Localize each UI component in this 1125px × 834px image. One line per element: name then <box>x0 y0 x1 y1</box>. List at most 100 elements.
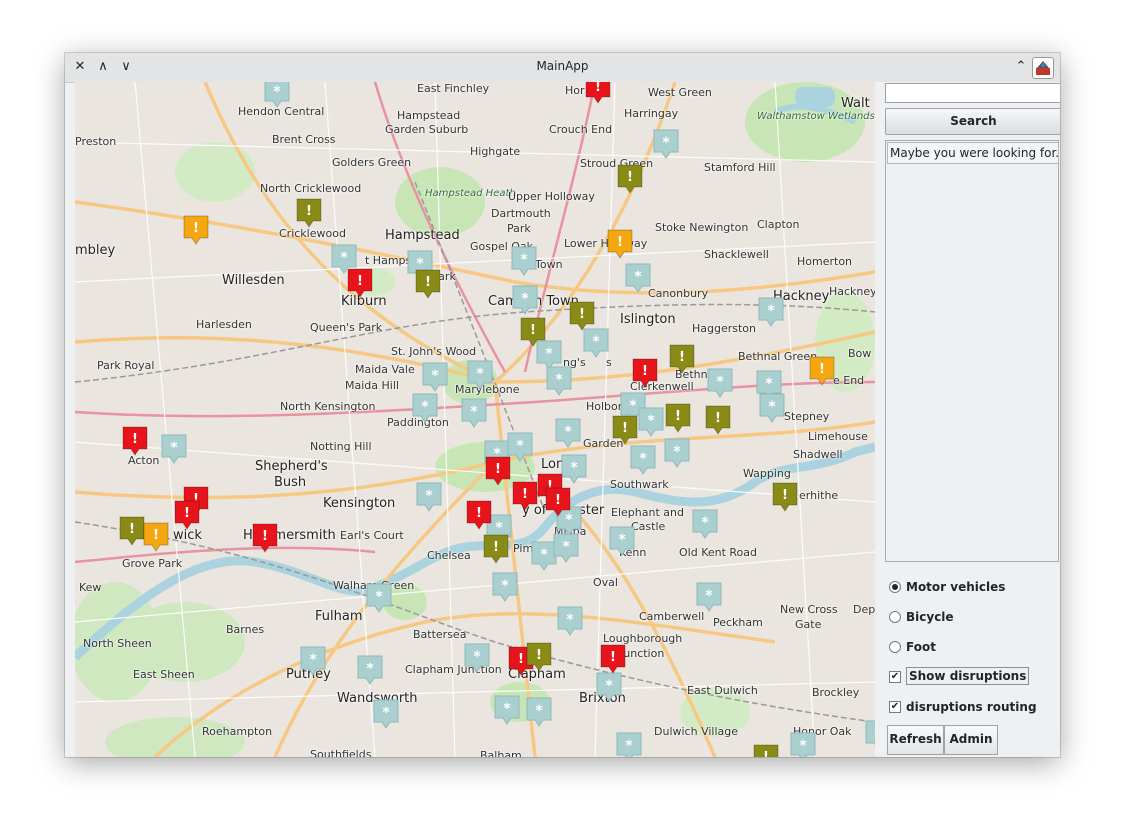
info-marker-icon[interactable]: * <box>416 482 442 512</box>
disruption-marker-icon[interactable]: ! <box>520 317 546 347</box>
info-marker-icon[interactable]: * <box>692 509 718 539</box>
info-marker-icon[interactable]: * <box>583 328 609 358</box>
info-marker-icon[interactable]: * <box>553 533 579 563</box>
place-label: Earl's Court <box>340 529 404 542</box>
info-marker-icon[interactable]: * <box>511 246 537 276</box>
disruption-marker-icon[interactable]: ! <box>122 426 148 456</box>
info-marker-icon[interactable]: * <box>373 699 399 729</box>
disruption-marker-icon[interactable]: ! <box>600 644 626 674</box>
info-marker-icon[interactable]: * <box>707 368 733 398</box>
disruption-marker-icon[interactable]: ! <box>569 301 595 331</box>
info-marker-icon[interactable]: * <box>609 526 635 556</box>
info-marker-icon[interactable]: * <box>561 454 587 484</box>
place-label: Hampstead Heath <box>425 188 516 199</box>
disruption-marker-icon[interactable]: ! <box>545 487 571 517</box>
search-input[interactable] <box>885 83 1060 103</box>
info-marker-icon[interactable]: * <box>653 129 679 159</box>
suggestion-item[interactable]: Maybe you were looking for... <box>887 142 1059 164</box>
info-marker-icon[interactable]: * <box>366 583 392 613</box>
info-marker-icon[interactable]: * <box>790 732 816 757</box>
svg-text:*: * <box>309 652 317 668</box>
place-label: Gate <box>795 618 822 631</box>
place-label: Chelsea <box>427 549 471 562</box>
disruption-marker-icon[interactable]: ! <box>612 415 638 445</box>
disruption-marker-icon[interactable]: ! <box>485 456 511 486</box>
info-marker-icon[interactable]: * <box>161 434 187 464</box>
info-marker-icon[interactable]: * <box>758 297 784 327</box>
svg-text:*: * <box>562 539 570 555</box>
info-marker-icon[interactable]: * <box>422 362 448 392</box>
svg-text:!: ! <box>622 421 628 436</box>
info-marker-icon[interactable]: * <box>630 445 656 475</box>
disruption-marker-icon[interactable]: ! <box>252 523 278 553</box>
place-label: Shacklewell <box>704 248 769 261</box>
info-marker-icon[interactable]: * <box>512 285 538 315</box>
disruption-marker-icon[interactable]: ! <box>665 403 691 433</box>
info-marker-icon[interactable]: * <box>759 393 785 423</box>
disruption-marker-icon[interactable]: ! <box>183 215 209 245</box>
info-marker-icon[interactable]: * <box>616 732 642 757</box>
disruption-marker-icon[interactable]: ! <box>466 500 492 530</box>
info-marker-icon[interactable]: * <box>625 263 651 293</box>
suggestion-list[interactable]: Maybe you were looking for... <box>885 140 1059 562</box>
info-marker-icon[interactable]: * <box>557 606 583 636</box>
disruption-marker-icon[interactable]: ! <box>617 164 643 194</box>
search-button[interactable]: Search <box>885 108 1060 135</box>
disruption-marker-icon[interactable]: ! <box>585 82 611 104</box>
disruption-marker-icon[interactable]: ! <box>296 198 322 228</box>
place-label: Preston <box>75 135 117 148</box>
info-marker-icon[interactable]: * <box>664 438 690 468</box>
info-marker-icon[interactable]: * <box>300 646 326 676</box>
disruption-marker-icon[interactable]: ! <box>526 642 552 672</box>
keep-above-icon[interactable]: ⌃ <box>1012 58 1030 76</box>
checkbox-icon[interactable]: ✔ <box>889 671 901 683</box>
info-marker-icon[interactable]: * <box>526 697 552 727</box>
info-marker-icon[interactable]: * <box>357 655 383 685</box>
refresh-button[interactable]: Refresh <box>887 725 944 755</box>
radio-icon[interactable] <box>889 641 901 653</box>
info-marker-icon[interactable]: * <box>696 582 722 612</box>
svg-text:*: * <box>501 578 509 594</box>
place-label: mbley <box>75 243 116 258</box>
disruption-marker-icon[interactable]: ! <box>512 481 538 511</box>
place-label: Shepherd's <box>255 459 328 474</box>
svg-text:!: ! <box>193 221 199 236</box>
svg-text:!: ! <box>357 274 363 289</box>
disruption-marker-icon[interactable]: ! <box>347 268 373 298</box>
place-label: Peckham <box>713 616 763 629</box>
radio-icon[interactable] <box>889 581 901 593</box>
info-marker-icon[interactable]: * <box>464 643 490 673</box>
info-marker-icon[interactable]: * <box>412 393 438 423</box>
info-marker-icon[interactable]: * <box>596 672 622 702</box>
disruption-marker-icon[interactable]: ! <box>143 522 169 552</box>
disruption-marker-icon[interactable]: ! <box>753 744 779 757</box>
disruption-marker-icon[interactable]: ! <box>809 356 835 386</box>
disruption-marker-icon[interactable]: ! <box>415 269 441 299</box>
checkbox-icon[interactable]: ✔ <box>889 701 901 713</box>
place-label: Hor <box>565 84 585 97</box>
disruption-marker-icon[interactable]: ! <box>705 405 731 435</box>
disruption-marker-icon[interactable]: ! <box>669 344 695 374</box>
place-label: Elephant and <box>611 506 684 519</box>
info-marker-icon[interactable]: * <box>638 407 664 437</box>
info-marker-icon[interactable]: * <box>264 82 290 108</box>
info-marker-icon[interactable]: * <box>461 398 487 428</box>
admin-button[interactable]: Admin <box>944 725 998 755</box>
info-marker-icon[interactable]: * <box>555 418 581 448</box>
svg-text:*: * <box>273 84 281 100</box>
info-marker-icon[interactable]: * <box>467 360 493 390</box>
info-marker-icon[interactable]: * <box>546 366 572 396</box>
disruption-marker-icon[interactable]: ! <box>607 229 633 259</box>
disruption-marker-icon[interactable]: ! <box>119 516 145 546</box>
place-label: East Dulwich <box>687 684 758 697</box>
svg-text:*: * <box>673 444 681 460</box>
disruption-marker-icon[interactable]: ! <box>632 358 658 388</box>
radio-icon[interactable] <box>889 611 901 623</box>
disruption-marker-icon[interactable]: ! <box>174 500 200 530</box>
map-view[interactable]: East Finchley Hendon Central Hampstead Gard… <box>75 82 875 757</box>
info-marker-icon[interactable]: * <box>865 720 875 750</box>
disruption-marker-icon[interactable]: ! <box>483 534 509 564</box>
info-marker-icon[interactable]: * <box>492 572 518 602</box>
disruption-marker-icon[interactable]: ! <box>772 482 798 512</box>
info-marker-icon[interactable]: * <box>494 695 520 725</box>
